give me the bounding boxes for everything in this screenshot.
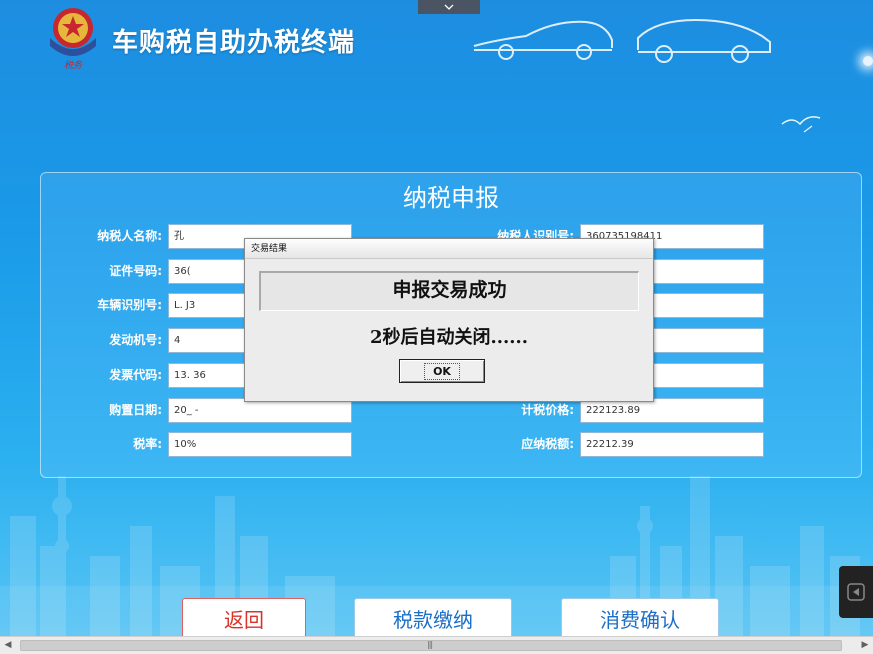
- car-outlines-icon: [473, 18, 771, 63]
- invoice-code-label: 发票代码:: [109, 368, 162, 382]
- scrollbar-thumb[interactable]: |||: [20, 640, 842, 651]
- share-icon: [847, 583, 865, 601]
- tax-rate-field[interactable]: 10%: [168, 432, 352, 457]
- ok-button-label: OK: [424, 362, 460, 380]
- tax-payable-field[interactable]: 22212.39: [580, 432, 764, 457]
- bird-decoration-icon: [781, 116, 821, 133]
- dialog-countdown: 2秒后自动关闭......: [369, 327, 529, 348]
- scrollbar-grip: |||: [427, 640, 433, 649]
- light-glint: [863, 56, 873, 66]
- tax-rate-label: 税率:: [133, 437, 162, 451]
- purchase-date-label: 购置日期:: [109, 403, 162, 417]
- dialog-message: 申报交易成功: [259, 271, 639, 311]
- engine-number-label: 发动机号:: [109, 333, 162, 347]
- ok-button[interactable]: OK: [399, 359, 485, 383]
- tax-emblem-icon: 税务: [50, 8, 96, 71]
- kiosk-screen: 税务 车购税自助办税终端 纳税申报 纳税人名称: 孔 证件号码: 36( 车辆识…: [0, 0, 873, 654]
- side-widget[interactable]: [839, 566, 873, 618]
- taxpayer-name-label: 纳税人名称:: [97, 229, 162, 243]
- transaction-result-dialog: 交易结果 申报交易成功 2秒后自动关闭...... OK: [244, 238, 654, 402]
- consumption-confirm-button[interactable]: 消费确认: [561, 598, 719, 638]
- panel-title: 纳税申报: [403, 184, 499, 212]
- vin-label: 车辆识别号:: [97, 298, 162, 312]
- tax-payable-label: 应纳税额:: [521, 437, 574, 451]
- chevron-down-icon: [444, 4, 454, 10]
- app-title: 车购税自助办税终端: [112, 28, 356, 58]
- tax-payment-button[interactable]: 税款缴纳: [354, 598, 512, 638]
- scroll-left-arrow-icon[interactable]: ◀: [0, 637, 16, 654]
- dialog-title[interactable]: 交易结果: [245, 239, 653, 259]
- scroll-right-arrow-icon[interactable]: ▶: [857, 637, 873, 654]
- horizontal-scrollbar[interactable]: ◀ ||| ▶: [0, 636, 873, 654]
- svg-text:税务: 税务: [64, 60, 83, 71]
- back-button[interactable]: 返回: [182, 598, 306, 638]
- id-number-label: 证件号码:: [109, 264, 162, 278]
